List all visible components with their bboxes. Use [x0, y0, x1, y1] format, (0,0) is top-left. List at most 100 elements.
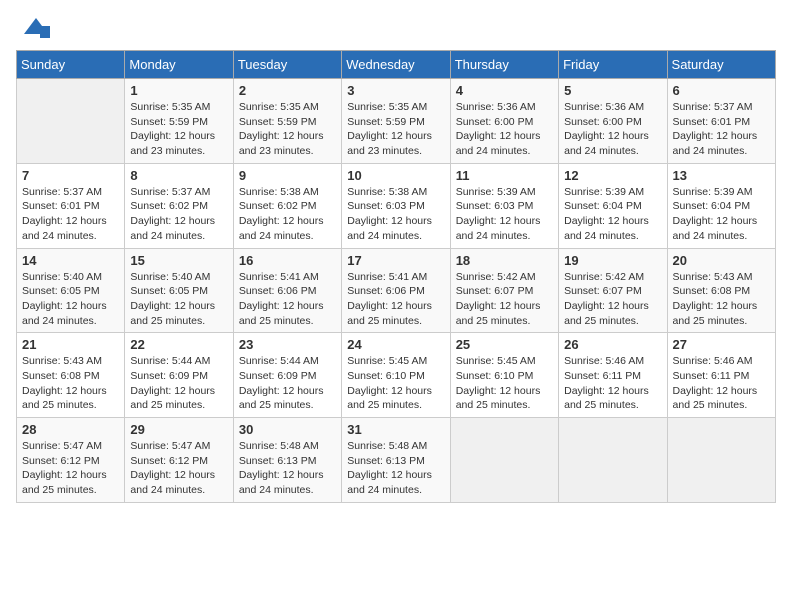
day-info: Sunrise: 5:39 AM Sunset: 6:03 PM Dayligh…	[456, 185, 553, 244]
day-info: Sunrise: 5:35 AM Sunset: 5:59 PM Dayligh…	[239, 100, 336, 159]
calendar-cell	[17, 79, 125, 164]
calendar-cell: 15 Sunrise: 5:40 AM Sunset: 6:05 PM Dayli…	[125, 248, 233, 333]
week-row-3: 14Sunrise: 5:40 AM Sunset: 6:05 PM Dayli…	[17, 248, 776, 333]
calendar-cell: 11 Sunrise: 5:39 AM Sunset: 6:03 PM Dayli…	[450, 163, 558, 248]
calendar-cell: 4Sunrise: 5:36 AM Sunset: 6:00 PM Daylig…	[450, 79, 558, 164]
calendar-cell: 8 Sunrise: 5:37 AM Sunset: 6:02 PM Daylig…	[125, 163, 233, 248]
day-info: Sunrise: 5:48 AM Sunset: 6:13 PM Dayligh…	[347, 439, 444, 498]
col-header-thursday: Thursday	[450, 51, 558, 79]
day-info: Sunrise: 5:40 AM Sunset: 6:05 PM Dayligh…	[130, 270, 227, 329]
calendar-cell: 3 Sunrise: 5:35 AM Sunset: 5:59 PM Daylig…	[342, 79, 450, 164]
calendar-cell: 23 Sunrise: 5:44 AM Sunset: 6:09 PM Dayli…	[233, 333, 341, 418]
col-header-saturday: Saturday	[667, 51, 775, 79]
calendar-cell: 28Sunrise: 5:47 AM Sunset: 6:12 PM Dayli…	[17, 418, 125, 503]
calendar-cell: 2 Sunrise: 5:35 AM Sunset: 5:59 PM Daylig…	[233, 79, 341, 164]
calendar-cell: 12 Sunrise: 5:39 AM Sunset: 6:04 PM Dayli…	[559, 163, 667, 248]
calendar-cell: 25 Sunrise: 5:45 AM Sunset: 6:10 PM Dayli…	[450, 333, 558, 418]
week-row-2: 7 Sunrise: 5:37 AM Sunset: 6:01 PM Daylig…	[17, 163, 776, 248]
calendar-cell: 13 Sunrise: 5:39 AM Sunset: 6:04 PM Dayli…	[667, 163, 775, 248]
day-number: 19	[564, 253, 661, 268]
calendar-cell: 24 Sunrise: 5:45 AM Sunset: 6:10 PM Dayli…	[342, 333, 450, 418]
day-info: Sunrise: 5:37 AM Sunset: 6:01 PM Dayligh…	[22, 185, 119, 244]
day-number: 17	[347, 253, 444, 268]
day-info: Sunrise: 5:38 AM Sunset: 6:02 PM Dayligh…	[239, 185, 336, 244]
day-info: Sunrise: 5:41 AM Sunset: 6:06 PM Dayligh…	[347, 270, 444, 329]
day-number: 15	[130, 253, 227, 268]
calendar-table: SundayMondayTuesdayWednesdayThursdayFrid…	[16, 50, 776, 503]
day-info: Sunrise: 5:39 AM Sunset: 6:04 PM Dayligh…	[673, 185, 770, 244]
col-header-sunday: Sunday	[17, 51, 125, 79]
day-info: Sunrise: 5:35 AM Sunset: 5:59 PM Dayligh…	[130, 100, 227, 159]
week-row-5: 28Sunrise: 5:47 AM Sunset: 6:12 PM Dayli…	[17, 418, 776, 503]
day-info: Sunrise: 5:45 AM Sunset: 6:10 PM Dayligh…	[456, 354, 553, 413]
week-row-1: 1 Sunrise: 5:35 AM Sunset: 5:59 PM Daylig…	[17, 79, 776, 164]
day-number: 24	[347, 337, 444, 352]
day-number: 27	[673, 337, 770, 352]
calendar-cell: 6Sunrise: 5:37 AM Sunset: 6:01 PM Daylig…	[667, 79, 775, 164]
col-header-wednesday: Wednesday	[342, 51, 450, 79]
calendar-cell: 19 Sunrise: 5:42 AM Sunset: 6:07 PM Dayli…	[559, 248, 667, 333]
page-header	[16, 16, 776, 38]
day-number: 31	[347, 422, 444, 437]
day-info: Sunrise: 5:47 AM Sunset: 6:12 PM Dayligh…	[22, 439, 119, 498]
day-number: 12	[564, 168, 661, 183]
day-number: 7	[22, 168, 119, 183]
day-number: 25	[456, 337, 553, 352]
day-info: Sunrise: 5:44 AM Sunset: 6:09 PM Dayligh…	[130, 354, 227, 413]
day-info: Sunrise: 5:46 AM Sunset: 6:11 PM Dayligh…	[673, 354, 770, 413]
day-number: 11	[456, 168, 553, 183]
day-info: Sunrise: 5:41 AM Sunset: 6:06 PM Dayligh…	[239, 270, 336, 329]
calendar-cell: 29Sunrise: 5:47 AM Sunset: 6:12 PM Dayli…	[125, 418, 233, 503]
day-info: Sunrise: 5:42 AM Sunset: 6:07 PM Dayligh…	[564, 270, 661, 329]
day-info: Sunrise: 5:42 AM Sunset: 6:07 PM Dayligh…	[456, 270, 553, 329]
day-number: 16	[239, 253, 336, 268]
calendar-cell: 31 Sunrise: 5:48 AM Sunset: 6:13 PM Dayli…	[342, 418, 450, 503]
day-number: 29	[130, 422, 227, 437]
day-info: Sunrise: 5:35 AM Sunset: 5:59 PM Dayligh…	[347, 100, 444, 159]
calendar-cell: 9Sunrise: 5:38 AM Sunset: 6:02 PM Daylig…	[233, 163, 341, 248]
calendar-cell: 21 Sunrise: 5:43 AM Sunset: 6:08 PM Dayli…	[17, 333, 125, 418]
col-header-friday: Friday	[559, 51, 667, 79]
day-info: Sunrise: 5:43 AM Sunset: 6:08 PM Dayligh…	[22, 354, 119, 413]
day-info: Sunrise: 5:48 AM Sunset: 6:13 PM Dayligh…	[239, 439, 336, 498]
day-info: Sunrise: 5:39 AM Sunset: 6:04 PM Dayligh…	[564, 185, 661, 244]
calendar-cell: 26Sunrise: 5:46 AM Sunset: 6:11 PM Dayli…	[559, 333, 667, 418]
header-row: SundayMondayTuesdayWednesdayThursdayFrid…	[17, 51, 776, 79]
day-number: 18	[456, 253, 553, 268]
day-info: Sunrise: 5:40 AM Sunset: 6:05 PM Dayligh…	[22, 270, 119, 329]
calendar-cell	[667, 418, 775, 503]
col-header-monday: Monday	[125, 51, 233, 79]
day-number: 20	[673, 253, 770, 268]
day-number: 5	[564, 83, 661, 98]
calendar-cell: 22 Sunrise: 5:44 AM Sunset: 6:09 PM Dayli…	[125, 333, 233, 418]
day-number: 21	[22, 337, 119, 352]
logo	[16, 16, 50, 38]
day-number: 22	[130, 337, 227, 352]
day-info: Sunrise: 5:44 AM Sunset: 6:09 PM Dayligh…	[239, 354, 336, 413]
day-info: Sunrise: 5:43 AM Sunset: 6:08 PM Dayligh…	[673, 270, 770, 329]
calendar-cell: 7 Sunrise: 5:37 AM Sunset: 6:01 PM Daylig…	[17, 163, 125, 248]
calendar-cell: 10Sunrise: 5:38 AM Sunset: 6:03 PM Dayli…	[342, 163, 450, 248]
calendar-cell: 14Sunrise: 5:40 AM Sunset: 6:05 PM Dayli…	[17, 248, 125, 333]
day-number: 4	[456, 83, 553, 98]
calendar-cell: 5 Sunrise: 5:36 AM Sunset: 6:00 PM Daylig…	[559, 79, 667, 164]
day-number: 8	[130, 168, 227, 183]
day-number: 23	[239, 337, 336, 352]
calendar-cell	[559, 418, 667, 503]
day-info: Sunrise: 5:38 AM Sunset: 6:03 PM Dayligh…	[347, 185, 444, 244]
day-info: Sunrise: 5:36 AM Sunset: 6:00 PM Dayligh…	[564, 100, 661, 159]
day-number: 13	[673, 168, 770, 183]
calendar-cell: 17 Sunrise: 5:41 AM Sunset: 6:06 PM Dayli…	[342, 248, 450, 333]
calendar-cell: 16 Sunrise: 5:41 AM Sunset: 6:06 PM Dayli…	[233, 248, 341, 333]
calendar-cell: 20 Sunrise: 5:43 AM Sunset: 6:08 PM Dayli…	[667, 248, 775, 333]
day-info: Sunrise: 5:37 AM Sunset: 6:01 PM Dayligh…	[673, 100, 770, 159]
day-info: Sunrise: 5:37 AM Sunset: 6:02 PM Dayligh…	[130, 185, 227, 244]
day-number: 26	[564, 337, 661, 352]
day-info: Sunrise: 5:45 AM Sunset: 6:10 PM Dayligh…	[347, 354, 444, 413]
day-number: 3	[347, 83, 444, 98]
day-number: 1	[130, 83, 227, 98]
calendar-cell: 18 Sunrise: 5:42 AM Sunset: 6:07 PM Dayli…	[450, 248, 558, 333]
day-number: 2	[239, 83, 336, 98]
week-row-4: 21 Sunrise: 5:43 AM Sunset: 6:08 PM Dayli…	[17, 333, 776, 418]
calendar-cell: 1 Sunrise: 5:35 AM Sunset: 5:59 PM Daylig…	[125, 79, 233, 164]
